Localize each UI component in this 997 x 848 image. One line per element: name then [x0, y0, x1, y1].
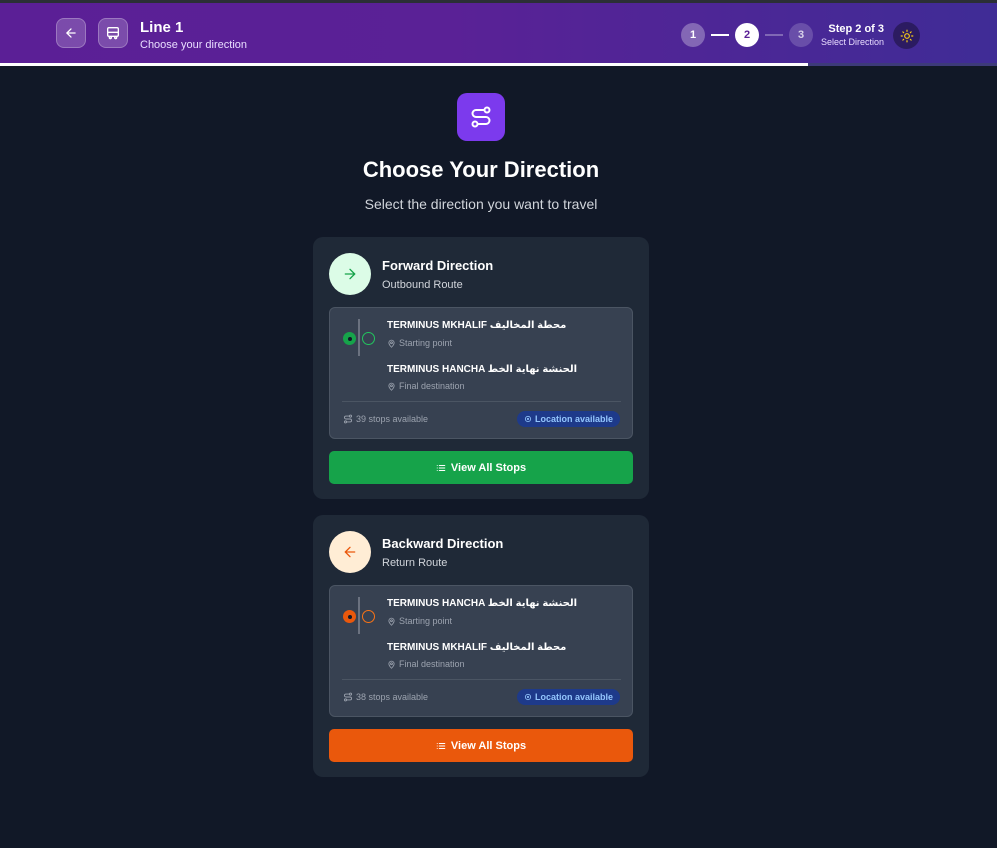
direction-subtitle: Return Route	[382, 557, 448, 569]
route-icon	[344, 692, 352, 702]
location-icon	[524, 415, 532, 423]
arrow-left-icon	[344, 546, 356, 558]
list-icon	[436, 742, 446, 749]
start-stop-meta: Starting point	[387, 338, 452, 348]
stops-count-text: 39 stops available	[356, 414, 429, 424]
progress-bar	[0, 63, 997, 66]
route-line	[358, 319, 360, 356]
end-stop-meta: Final destination	[387, 381, 465, 391]
hero-subtitle: Select the direction you want to travel	[364, 196, 598, 212]
back-button[interactable]	[56, 18, 86, 48]
bus-icon	[107, 27, 119, 40]
stops-count: 39 stops available	[343, 414, 428, 424]
map-pin-icon	[388, 382, 395, 391]
step-sublabel: Select Direction	[820, 37, 884, 47]
view-all-stops-label: View All Stops	[450, 739, 527, 752]
direction-subtitle: Outbound Route	[382, 279, 463, 291]
route-summary: TERMINUS MKHALIF محطة المخاليف Starting …	[329, 307, 633, 439]
theme-toggle-button[interactable]	[893, 22, 920, 49]
forward-direction-icon-wrap	[329, 253, 371, 295]
stops-count-text: 38 stops available	[356, 692, 429, 702]
list-icon	[436, 464, 446, 471]
step-3-indicator: 3	[789, 23, 813, 47]
step-label: Step 2 of 3	[828, 23, 884, 35]
start-stop-label: Starting point	[399, 616, 453, 626]
end-point-dot	[362, 610, 375, 623]
start-stop-label: Starting point	[399, 338, 453, 348]
step-connector-1	[711, 34, 729, 36]
route-icon	[471, 106, 491, 128]
bus-badge	[98, 18, 128, 48]
route-summary: TERMINUS HANCHA الحنشة نهاية الخط Starti…	[329, 585, 633, 717]
route-line	[358, 597, 360, 634]
location-badge-text: Location available	[534, 414, 613, 424]
start-point-dot	[343, 332, 356, 345]
step-1-indicator: 1	[681, 23, 705, 47]
map-pin-icon	[388, 617, 395, 626]
route-icon-badge	[457, 93, 505, 141]
map-pin-icon	[388, 339, 395, 348]
forward-direction-card[interactable]: Forward Direction Outbound Route TERMINU…	[313, 237, 649, 499]
start-stop-name: TERMINUS HANCHA الحنشة نهاية الخط	[387, 598, 578, 609]
end-stop-name: TERMINUS HANCHA الحنشة نهاية الخط	[387, 364, 578, 375]
view-all-stops-button[interactable]: View All Stops	[329, 729, 633, 762]
location-badge: Location available	[516, 689, 620, 705]
header-bar: Line 1 Choose your direction 1 2 3 Step …	[0, 3, 997, 64]
location-icon	[524, 693, 532, 701]
step-progress-text: Step 2 of 3 Select Direction	[821, 23, 884, 47]
stops-count: 38 stops available	[343, 692, 428, 702]
location-badge-text: Location available	[534, 692, 613, 702]
map-pin-icon	[388, 660, 395, 669]
progress-bar-fill	[0, 63, 808, 66]
hero-title: Choose Your Direction	[362, 157, 600, 182]
direction-title: Backward Direction	[382, 536, 504, 551]
sun-icon	[900, 29, 913, 42]
end-stop-name: TERMINUS MKHALIF محطة المخاليف	[387, 642, 567, 653]
view-all-stops-label: View All Stops	[450, 461, 527, 474]
arrow-right-icon	[344, 268, 356, 280]
step-2-indicator: 2	[735, 23, 759, 47]
start-stop-name: TERMINUS MKHALIF محطة المخاليف	[387, 320, 567, 331]
direction-title: Forward Direction	[382, 258, 494, 273]
end-point-dot	[362, 332, 375, 345]
divider	[342, 679, 621, 680]
page-title: Line 1	[140, 19, 184, 36]
page-subtitle: Choose your direction	[140, 39, 248, 51]
start-stop-meta: Starting point	[387, 616, 452, 626]
divider	[342, 401, 621, 402]
view-all-stops-button[interactable]: View All Stops	[329, 451, 633, 484]
route-icon	[344, 414, 352, 424]
end-stop-meta: Final destination	[387, 659, 465, 669]
arrow-left-icon	[66, 28, 76, 38]
location-badge: Location available	[516, 411, 620, 427]
end-stop-label: Final destination	[399, 381, 465, 391]
end-stop-label: Final destination	[399, 659, 465, 669]
backward-direction-icon-wrap	[329, 531, 371, 573]
start-point-dot	[343, 610, 356, 623]
backward-direction-card[interactable]: Backward Direction Return Route TERMINUS…	[313, 515, 649, 777]
step-connector-2	[765, 34, 783, 36]
